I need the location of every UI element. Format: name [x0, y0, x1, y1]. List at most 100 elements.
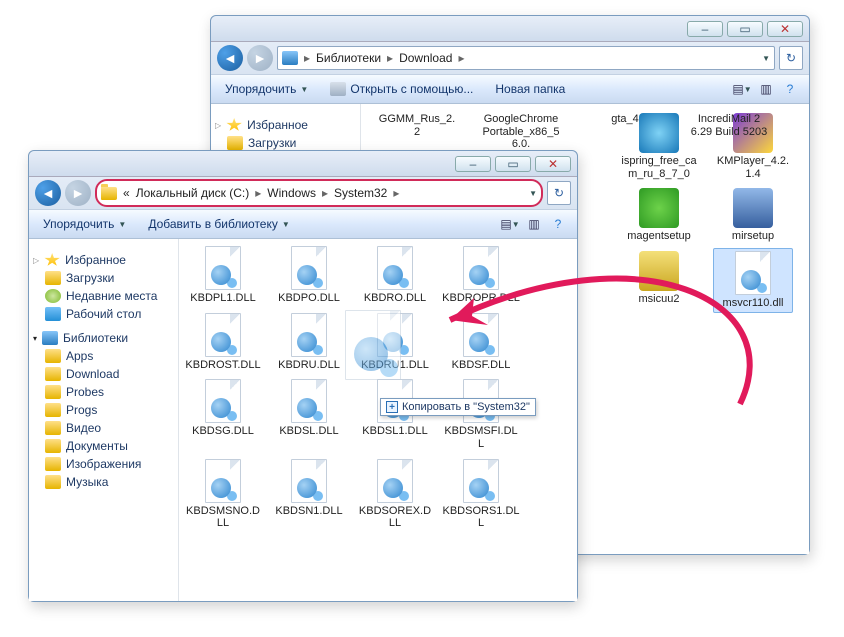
drag-tooltip-text: Копировать в "System32" [402, 401, 530, 413]
file-pane[interactable]: KBDPL1.DLLKBDPO.DLLKBDRO.DLLKBDROPR.DLL K… [179, 239, 577, 601]
breadcrumb-sep: ▸ [255, 186, 261, 200]
sidebar-item-recent[interactable]: Недавние места [29, 287, 178, 305]
folder-icon [45, 349, 61, 363]
dll-icon [463, 459, 499, 503]
sidebar-favorites-head[interactable]: ▷Избранное [211, 116, 360, 134]
file-item[interactable]: KBDSOREX.DLL [355, 456, 435, 533]
file-label: KBDSMSNO.DLL [184, 505, 262, 530]
sidebar-item[interactable]: Progs [29, 401, 178, 419]
breadcrumb-sep: ▸ [387, 51, 393, 65]
breadcrumb-prefix: « [123, 186, 130, 200]
sidebar-item[interactable]: Apps [29, 347, 178, 365]
close-button[interactable]: ✕ [767, 21, 803, 37]
dll-icon [291, 379, 327, 423]
help-icon[interactable]: ? [779, 79, 801, 99]
folder-icon [45, 271, 61, 285]
minimize-button[interactable]: – [687, 21, 723, 37]
app-item[interactable]: msicuu2 [619, 248, 699, 313]
sidebar-item[interactable]: Download [29, 365, 178, 383]
file-item[interactable]: KBDSF.DLL [441, 310, 521, 375]
file-item[interactable]: KBDPO.DLL [269, 243, 349, 308]
history-dropdown-icon[interactable]: ▼ [529, 189, 537, 198]
app-item[interactable]: GGMM_Rus_2.2 [377, 110, 457, 154]
file-item[interactable]: KBDROST.DLL [183, 310, 263, 375]
app-icon [639, 188, 679, 228]
app-item[interactable]: mirsetup [713, 185, 793, 246]
close-button[interactable]: ✕ [535, 156, 571, 172]
view-options-icon[interactable]: ▤ ▼ [499, 214, 521, 234]
app-item[interactable]: IncrediMail 2 6.29 Build 5203 [689, 110, 769, 154]
file-label: KBDSF.DLL [452, 359, 511, 372]
refresh-button[interactable]: ↻ [779, 46, 803, 70]
sidebar: ▷Избранное Загрузки Недавние места Рабоч… [29, 239, 179, 601]
preview-pane-icon[interactable]: ▥ [523, 214, 545, 234]
sidebar-item[interactable]: Видео [29, 419, 178, 437]
address-bar[interactable]: ▸ Библиотеки ▸ Download ▸ ▼ [277, 46, 775, 70]
history-dropdown-icon[interactable]: ▼ [762, 54, 770, 63]
maximize-button[interactable]: ▭ [495, 156, 531, 172]
library-icon [282, 51, 298, 65]
file-item[interactable]: KBDROPR.DLL [441, 243, 521, 308]
file-item[interactable]: KBDSG.DLL [183, 376, 263, 453]
file-item[interactable]: KBDRO.DLL [355, 243, 435, 308]
folder-icon [45, 403, 61, 417]
organize-menu[interactable]: Упорядочить ▼ [219, 80, 314, 98]
refresh-button[interactable]: ↻ [547, 181, 571, 205]
dll-icon [291, 313, 327, 357]
desktop-icon [45, 307, 61, 321]
organize-menu[interactable]: Упорядочить ▼ [37, 215, 132, 233]
app-item[interactable]: GoogleChromePortable_x86_56.0. [481, 110, 561, 154]
forward-button[interactable]: ► [65, 180, 91, 206]
breadcrumb[interactable]: Windows [267, 186, 316, 200]
explorer-window-system32[interactable]: – ▭ ✕ ◄ ► « Локальный диск (C:) ▸ Window… [28, 150, 578, 602]
sidebar-item[interactable]: Музыка [29, 473, 178, 491]
folder-icon [101, 187, 117, 200]
file-item[interactable]: KBDSN1.DLL [269, 456, 349, 533]
new-folder-button[interactable]: Новая папка [489, 80, 571, 98]
sidebar-item[interactable]: Изображения [29, 455, 178, 473]
sidebar-item[interactable]: Probes [29, 383, 178, 401]
sidebar-item-downloads[interactable]: Загрузки [29, 269, 178, 287]
file-label: KBDSMSFI.DLL [442, 425, 520, 450]
forward-button[interactable]: ► [247, 45, 273, 71]
help-icon[interactable]: ? [547, 214, 569, 234]
breadcrumb[interactable]: Download [399, 51, 452, 65]
file-label: KBDROST.DLL [185, 359, 260, 372]
open-with-menu[interactable]: Открыть с помощью... [324, 80, 479, 98]
sidebar-item-desktop[interactable]: Рабочий стол [29, 305, 178, 323]
sidebar-favorites-head[interactable]: ▷Избранное [29, 251, 178, 269]
address-bar-highlighted[interactable]: « Локальный диск (C:) ▸ Windows ▸ System… [95, 179, 543, 207]
back-button[interactable]: ◄ [35, 180, 61, 206]
file-item[interactable]: KBDPL1.DLL [183, 243, 263, 308]
dll-icon [345, 310, 401, 380]
dll-icon [205, 379, 241, 423]
folder-icon [45, 439, 61, 453]
back-button[interactable]: ◄ [217, 45, 243, 71]
file-item-selected[interactable]: msvcr110.dll [713, 248, 793, 313]
file-item[interactable]: KBDSORS1.DLL [441, 456, 521, 533]
titlebar[interactable]: – ▭ ✕ [211, 16, 809, 42]
preview-pane-icon[interactable]: ▥ [755, 79, 777, 99]
breadcrumb[interactable]: Библиотеки [316, 51, 381, 65]
sidebar-libraries-head[interactable]: ▾Библиотеки [29, 329, 178, 347]
folder-icon [45, 367, 61, 381]
app-item[interactable]: magentsetup [619, 185, 699, 246]
sidebar-item[interactable]: Документы [29, 437, 178, 455]
drag-tooltip: + Копировать в "System32" [380, 398, 536, 416]
star-icon [44, 253, 60, 267]
breadcrumb[interactable]: System32 [334, 186, 387, 200]
dll-icon [291, 246, 327, 290]
breadcrumb[interactable]: Локальный диск (C:) [136, 186, 250, 200]
app-item[interactable]: gta_4 [585, 110, 665, 154]
folder-icon [45, 421, 61, 435]
minimize-button[interactable]: – [455, 156, 491, 172]
app-icon [733, 188, 773, 228]
drag-ghost [328, 310, 418, 400]
maximize-button[interactable]: ▭ [727, 21, 763, 37]
library-icon [42, 331, 58, 345]
file-item[interactable]: KBDSMSNO.DLL [183, 456, 263, 533]
add-to-library-menu[interactable]: Добавить в библиотеку ▼ [142, 215, 295, 233]
view-options-icon[interactable]: ▤ ▼ [731, 79, 753, 99]
titlebar[interactable]: – ▭ ✕ [29, 151, 577, 177]
breadcrumb-sep: ▸ [304, 51, 310, 65]
